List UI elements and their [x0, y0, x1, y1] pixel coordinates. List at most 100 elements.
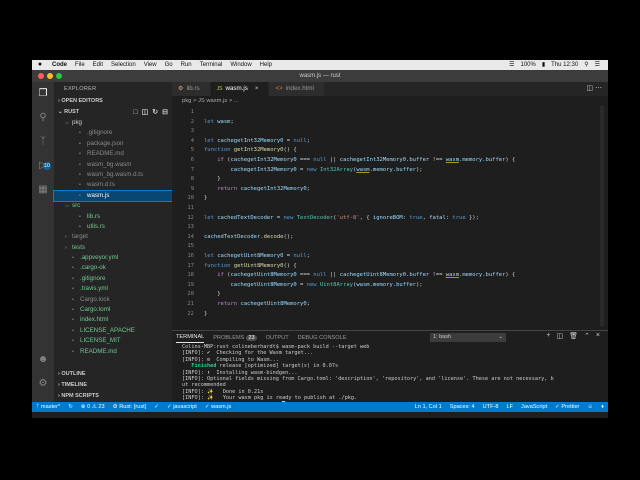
code-line[interactable]: if (cachegetUint8Memory0 === null || cac… — [204, 272, 515, 278]
code-line[interactable]: cachegetInt32Memory0 = new Int32Array(wa… — [204, 167, 423, 173]
notifications-bell-icon[interactable]: ♦ — [597, 402, 608, 412]
code-line[interactable]: if (cachegetInt32Memory0 === null || cac… — [204, 157, 515, 163]
tab-lib-rs[interactable]: ⚙ lib.rs — [172, 82, 211, 96]
tab-index-html[interactable]: <> index.html — [269, 82, 325, 96]
outline-section[interactable]: › OUTLINE — [54, 369, 172, 380]
add-terminal-icon[interactable]: + — [546, 332, 550, 340]
clock[interactable]: Thu 12:30 — [551, 60, 578, 70]
tree-item[interactable]: ▪ wasm.d.ts — [54, 180, 172, 190]
tree-item[interactable]: ▪ README.md — [54, 347, 172, 357]
close-window-button[interactable] — [38, 73, 44, 79]
breadcrumb[interactable]: pkg > JS wasm.js > ... — [172, 96, 608, 106]
tab-wasm-js[interactable]: JS wasm.js × — [210, 82, 270, 96]
timeline-section[interactable]: › TIMELINE — [54, 380, 172, 391]
tree-item[interactable]: ▪ package.json — [54, 139, 172, 149]
tree-item[interactable]: ▪ wasm.js — [53, 189, 173, 203]
cursor-position[interactable]: Ln 1, Col 1 — [411, 402, 446, 412]
close-panel-icon[interactable]: × — [596, 332, 600, 340]
new-folder-icon[interactable]: ◫ — [142, 107, 149, 118]
tree-item[interactable]: ▪ wasm_bg.wasm.d.ts — [54, 170, 172, 180]
tree-item[interactable]: ⌵ src — [54, 201, 172, 211]
indentation[interactable]: Spaces: 4 — [446, 402, 479, 412]
code-line[interactable]: return cachegetInt32Memory0; — [204, 186, 310, 192]
tree-item[interactable]: ▪ utils.rs — [54, 222, 172, 232]
tree-item[interactable]: ▪ wasm_bg.wasm — [54, 160, 172, 170]
minimap[interactable] — [600, 106, 604, 326]
code-line[interactable]: cachegetUint8Memory0 = new Uint8Array(wa… — [204, 282, 423, 288]
kill-terminal-icon[interactable]: 🗑 — [569, 332, 578, 340]
tree-item[interactable]: › tests — [54, 243, 172, 253]
zoom-window-button[interactable] — [56, 73, 62, 79]
tab-output[interactable]: OUTPUT — [266, 335, 289, 341]
tab-problems[interactable]: PROBLEMS 23 — [213, 334, 257, 341]
encoding[interactable]: UTF-8 — [479, 402, 503, 412]
menu-file[interactable]: File — [71, 60, 89, 70]
code-line[interactable]: cachedTextDecoder.decode(); — [204, 234, 293, 240]
code-line[interactable]: } — [204, 291, 220, 297]
tree-item[interactable]: ▪ Cargo.toml — [54, 305, 172, 315]
tree-item[interactable]: ▪ .travis.yml — [54, 284, 172, 294]
code-line[interactable]: } — [204, 176, 220, 182]
new-file-icon[interactable]: □ — [133, 107, 137, 118]
split-editor-icon[interactable]: ◫ — [586, 85, 593, 92]
menu-code[interactable]: Code — [48, 60, 71, 70]
tree-item[interactable]: ▪ lib.rs — [54, 212, 172, 222]
source-control-icon[interactable]: ᛉ — [37, 136, 49, 148]
tree-item[interactable]: ▪ README.md — [54, 149, 172, 159]
tree-item[interactable]: ▪ LICENSE_APACHE — [54, 326, 172, 336]
apple-icon[interactable]: ● — [32, 60, 48, 70]
menu-selection[interactable]: Selection — [107, 60, 140, 70]
tree-item[interactable]: ▪ Cargo.lock — [54, 295, 172, 305]
menu-go[interactable]: Go — [161, 60, 177, 70]
search-icon[interactable]: ⚲ — [584, 60, 588, 70]
explorer-icon[interactable]: ❐ — [37, 88, 49, 100]
file-status[interactable]: ✓ wasm.js — [201, 402, 235, 412]
code-line[interactable]: } — [204, 311, 207, 317]
tree-item[interactable]: › target — [54, 232, 172, 242]
tree-item[interactable]: ▪ index.html — [54, 315, 172, 325]
code-line[interactable]: let cachegetUint8Memory0 = null; — [204, 253, 310, 259]
tab-terminal[interactable]: TERMINAL — [176, 332, 205, 343]
battery-percent[interactable]: 100% — [521, 60, 536, 70]
refresh-icon[interactable]: ↻ — [152, 107, 158, 118]
code-line[interactable]: let cachegetInt32Memory0 = null; — [204, 138, 310, 144]
tree-item[interactable]: ▪ LICENSE_MIT — [54, 336, 172, 346]
code-line[interactable]: let wasm; — [204, 119, 234, 125]
terminal-select[interactable]: 1: bash ⌄ — [430, 333, 506, 342]
collapse-all-icon[interactable]: ⊟ — [162, 107, 168, 118]
code-line[interactable]: return cachegetUint8Memory0; — [204, 301, 310, 307]
code-line[interactable]: let cachedTextDecoder = new TextDecoder(… — [204, 215, 479, 221]
code-line[interactable]: function getInt32Memory0() { — [204, 147, 297, 153]
settings-gear-icon[interactable]: ⚙ — [37, 378, 49, 390]
rust-folder-section[interactable]: ⌄ RUST □ ◫ ↻ ⊟ — [54, 107, 172, 118]
rust-status[interactable]: ⚙ Rust: [rust] — [109, 402, 151, 412]
feedback-icon[interactable]: ☺ — [583, 402, 597, 412]
terminal-output[interactable]: Colins-MBP:rust colineberhardt$ wasm-pac… — [172, 344, 608, 408]
tree-item[interactable]: ▪ .appveyor.yml — [54, 253, 172, 263]
menu-view[interactable]: View — [140, 60, 161, 70]
run-debug-icon[interactable]: ▷ — [37, 160, 49, 172]
branch-status[interactable]: ᛉ master* — [32, 402, 64, 412]
code-line[interactable]: function getUint8Memory0() { — [204, 263, 297, 269]
minimize-window-button[interactable] — [47, 73, 53, 79]
tree-item[interactable]: ⌵ pkg — [54, 118, 172, 128]
open-editors-section[interactable]: › OPEN EDITORS — [54, 96, 172, 107]
sync-icon[interactable]: ↻ — [64, 402, 77, 412]
extensions-icon[interactable]: ▦ — [37, 184, 49, 196]
tree-item[interactable]: ▪ .cargo-ok — [54, 263, 172, 273]
tab-debug-console[interactable]: DEBUG CONSOLE — [298, 335, 347, 341]
check-icon[interactable]: ✓ — [150, 402, 163, 412]
npm-scripts-section[interactable]: › NPM SCRIPTS — [54, 391, 172, 402]
search-icon[interactable]: ⚲ — [37, 112, 49, 124]
menu-window[interactable]: Window — [226, 60, 255, 70]
account-icon[interactable]: ☻ — [37, 354, 49, 366]
more-actions-icon[interactable]: ⋯ — [595, 85, 602, 92]
menu-edit[interactable]: Edit — [89, 60, 107, 70]
problems-status[interactable]: ⊗ 0 ⚠ 23 — [77, 402, 109, 412]
menu-help[interactable]: Help — [256, 60, 276, 70]
menu-terminal[interactable]: Terminal — [196, 60, 227, 70]
tree-item[interactable]: ▪ .gitignore — [54, 274, 172, 284]
menu-list-icon[interactable]: ☰ — [595, 60, 600, 70]
tree-item[interactable]: ▪ .gitignore — [54, 128, 172, 138]
language-mode[interactable]: JavaScript — [517, 402, 551, 412]
